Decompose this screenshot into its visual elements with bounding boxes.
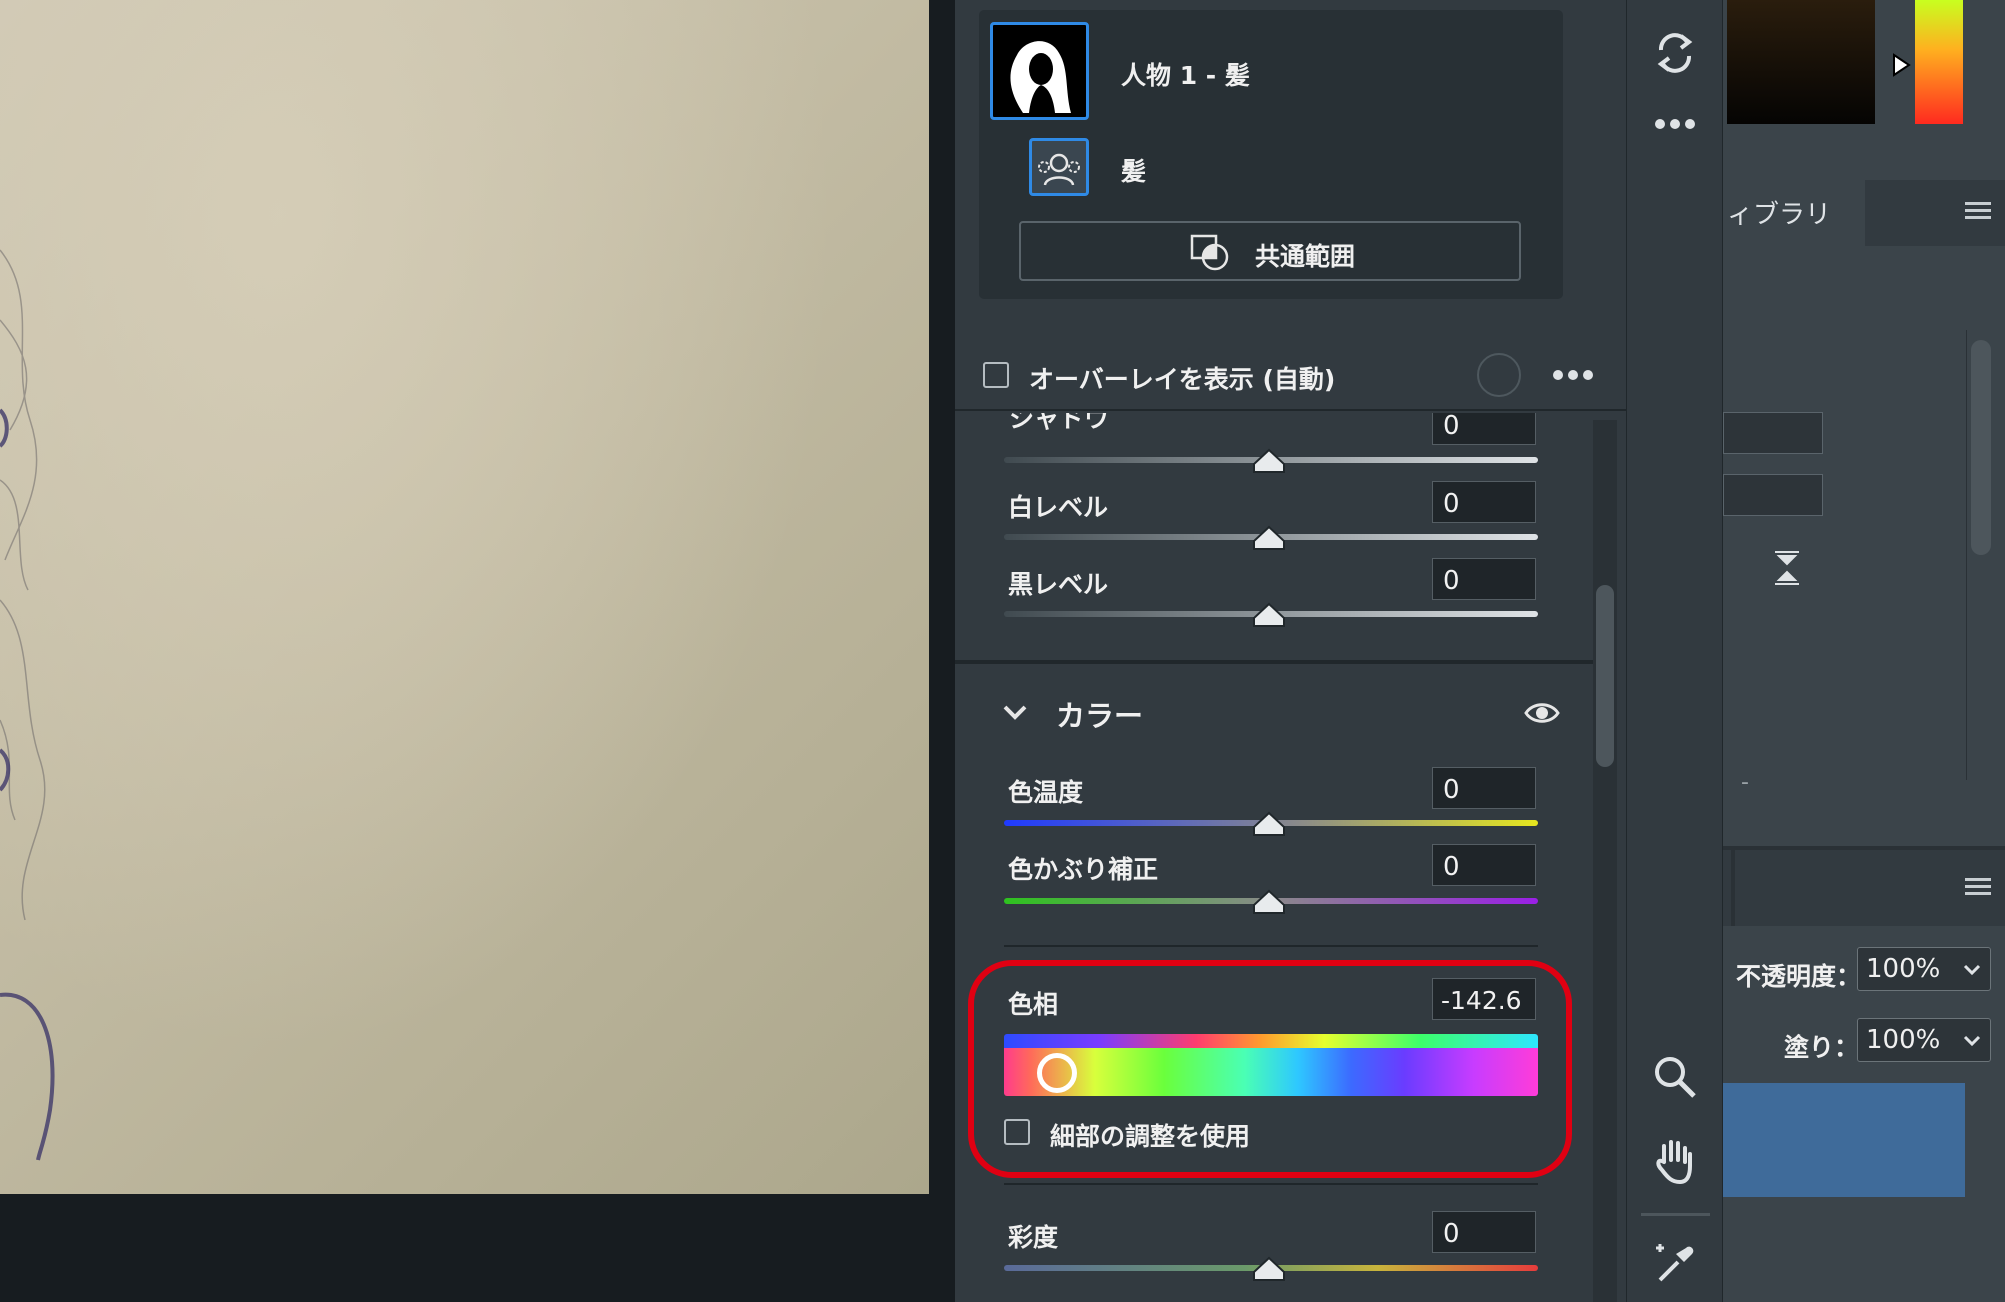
people-icon: [1038, 153, 1080, 186]
temperature-slider-thumb[interactable]: [1252, 811, 1286, 837]
white-level-slider-thumb[interactable]: [1252, 525, 1286, 551]
common-range-label: 共通範囲: [1255, 242, 1356, 271]
common-range-button[interactable]: 共通範囲: [1019, 221, 1521, 281]
expand-collapse-icon[interactable]: [1773, 550, 1801, 586]
saturation-slider-thumb[interactable]: [1252, 1256, 1286, 1282]
panel-scrollbar-thumb[interactable]: [1596, 585, 1614, 767]
library-field-1[interactable]: [1723, 412, 1823, 454]
libraries-tab[interactable]: ィブラリ: [1723, 180, 1865, 246]
temperature-value-input[interactable]: 0: [1432, 767, 1536, 809]
people-select-thumbnail[interactable]: [1029, 138, 1089, 196]
color-picker-field[interactable]: [1727, 0, 1875, 124]
canvas-panel-gap: [929, 0, 955, 1302]
saturation-value-input[interactable]: 0: [1432, 1211, 1536, 1253]
white-level-label: 白レベル: [1008, 493, 1109, 522]
opacity-chevron-down-icon: [1963, 964, 1981, 976]
more-icon: [1553, 370, 1593, 380]
opacity-label: 不透明度：: [1736, 962, 1862, 991]
eye-icon[interactable]: [1524, 699, 1560, 727]
tint-label: 色かぶり補正: [1008, 855, 1159, 884]
shadow-label: シャドウ: [1009, 413, 1110, 433]
hair-strands: [0, 249, 55, 1161]
overlay-more-icon[interactable]: [1551, 363, 1595, 391]
overlay-checkbox[interactable]: [983, 362, 1009, 388]
color-section-title: カラー: [1056, 699, 1144, 733]
section-divider: [955, 660, 1593, 664]
overlay-label: オーバーレイを表示 (自動): [1029, 365, 1336, 394]
right-panel-scroll-edge: [1966, 330, 1967, 780]
chevron-down-icon[interactable]: [1001, 700, 1029, 724]
black-level-label: 黒レベル: [1008, 570, 1109, 599]
hue-pointer-icon: [1893, 53, 1911, 77]
libraries-tab-label: ィブラリ: [1727, 200, 1832, 230]
overlay-color-swatch[interactable]: [1477, 353, 1521, 397]
tint-slider-thumb[interactable]: [1252, 889, 1286, 915]
intersect-icon: [1190, 234, 1229, 271]
color-sampler-icon[interactable]: [1652, 1240, 1698, 1286]
black-level-value-input[interactable]: 0: [1432, 558, 1536, 600]
canvas-image[interactable]: [0, 0, 929, 1194]
tool-separator: [1641, 1213, 1710, 1216]
hand-icon[interactable]: [1654, 1138, 1696, 1184]
black-level-slider-thumb[interactable]: [1252, 602, 1286, 628]
opacity-value: 100%: [1866, 954, 1941, 984]
selected-layer-row[interactable]: [1723, 1083, 1965, 1197]
highlight-annotation: [968, 960, 1572, 1178]
fill-value: 100%: [1866, 1025, 1941, 1055]
saturation-divider: [1004, 1183, 1538, 1185]
shadow-row-clip: シャドウ 0: [955, 413, 1593, 449]
panel-menu-icon[interactable]: [1965, 202, 1991, 223]
sync-icon[interactable]: [1651, 28, 1699, 76]
canvas-pasteboard: [0, 1194, 955, 1302]
temperature-label: 色温度: [1008, 778, 1084, 807]
mask-sub-label: 髪: [1121, 157, 1147, 186]
shadow-value-input[interactable]: 0: [1432, 413, 1536, 445]
library-dash: -: [1741, 770, 1749, 795]
color-subdivider: [1004, 945, 1538, 947]
panel-scrollbar[interactable]: [1593, 420, 1617, 1302]
tool-strip: [1626, 0, 1723, 1302]
shadow-slider-thumb[interactable]: [1252, 448, 1286, 474]
layers-tab-bar: [1723, 850, 2005, 926]
person-silhouette-icon: [1010, 41, 1071, 113]
right-panel-scrollbar[interactable]: [1971, 340, 1991, 555]
layers-tab-edge: [1731, 850, 1735, 926]
library-field-2[interactable]: [1723, 474, 1823, 516]
tint-value-input[interactable]: 0: [1432, 844, 1536, 886]
mask-title: 人物 1 - 髪: [1121, 61, 1250, 90]
layers-menu-icon[interactable]: [1965, 878, 1991, 899]
hue-strip[interactable]: [1915, 0, 1963, 124]
saturation-label: 彩度: [1008, 1223, 1059, 1252]
fill-label: 塗り：: [1784, 1033, 1860, 1062]
mask-thumbnail[interactable]: [990, 22, 1089, 120]
tool-more-icon[interactable]: [1653, 112, 1697, 136]
white-level-value-input[interactable]: 0: [1432, 481, 1536, 523]
fill-chevron-down-icon: [1963, 1035, 1981, 1047]
zoom-icon[interactable]: [1652, 1054, 1698, 1100]
